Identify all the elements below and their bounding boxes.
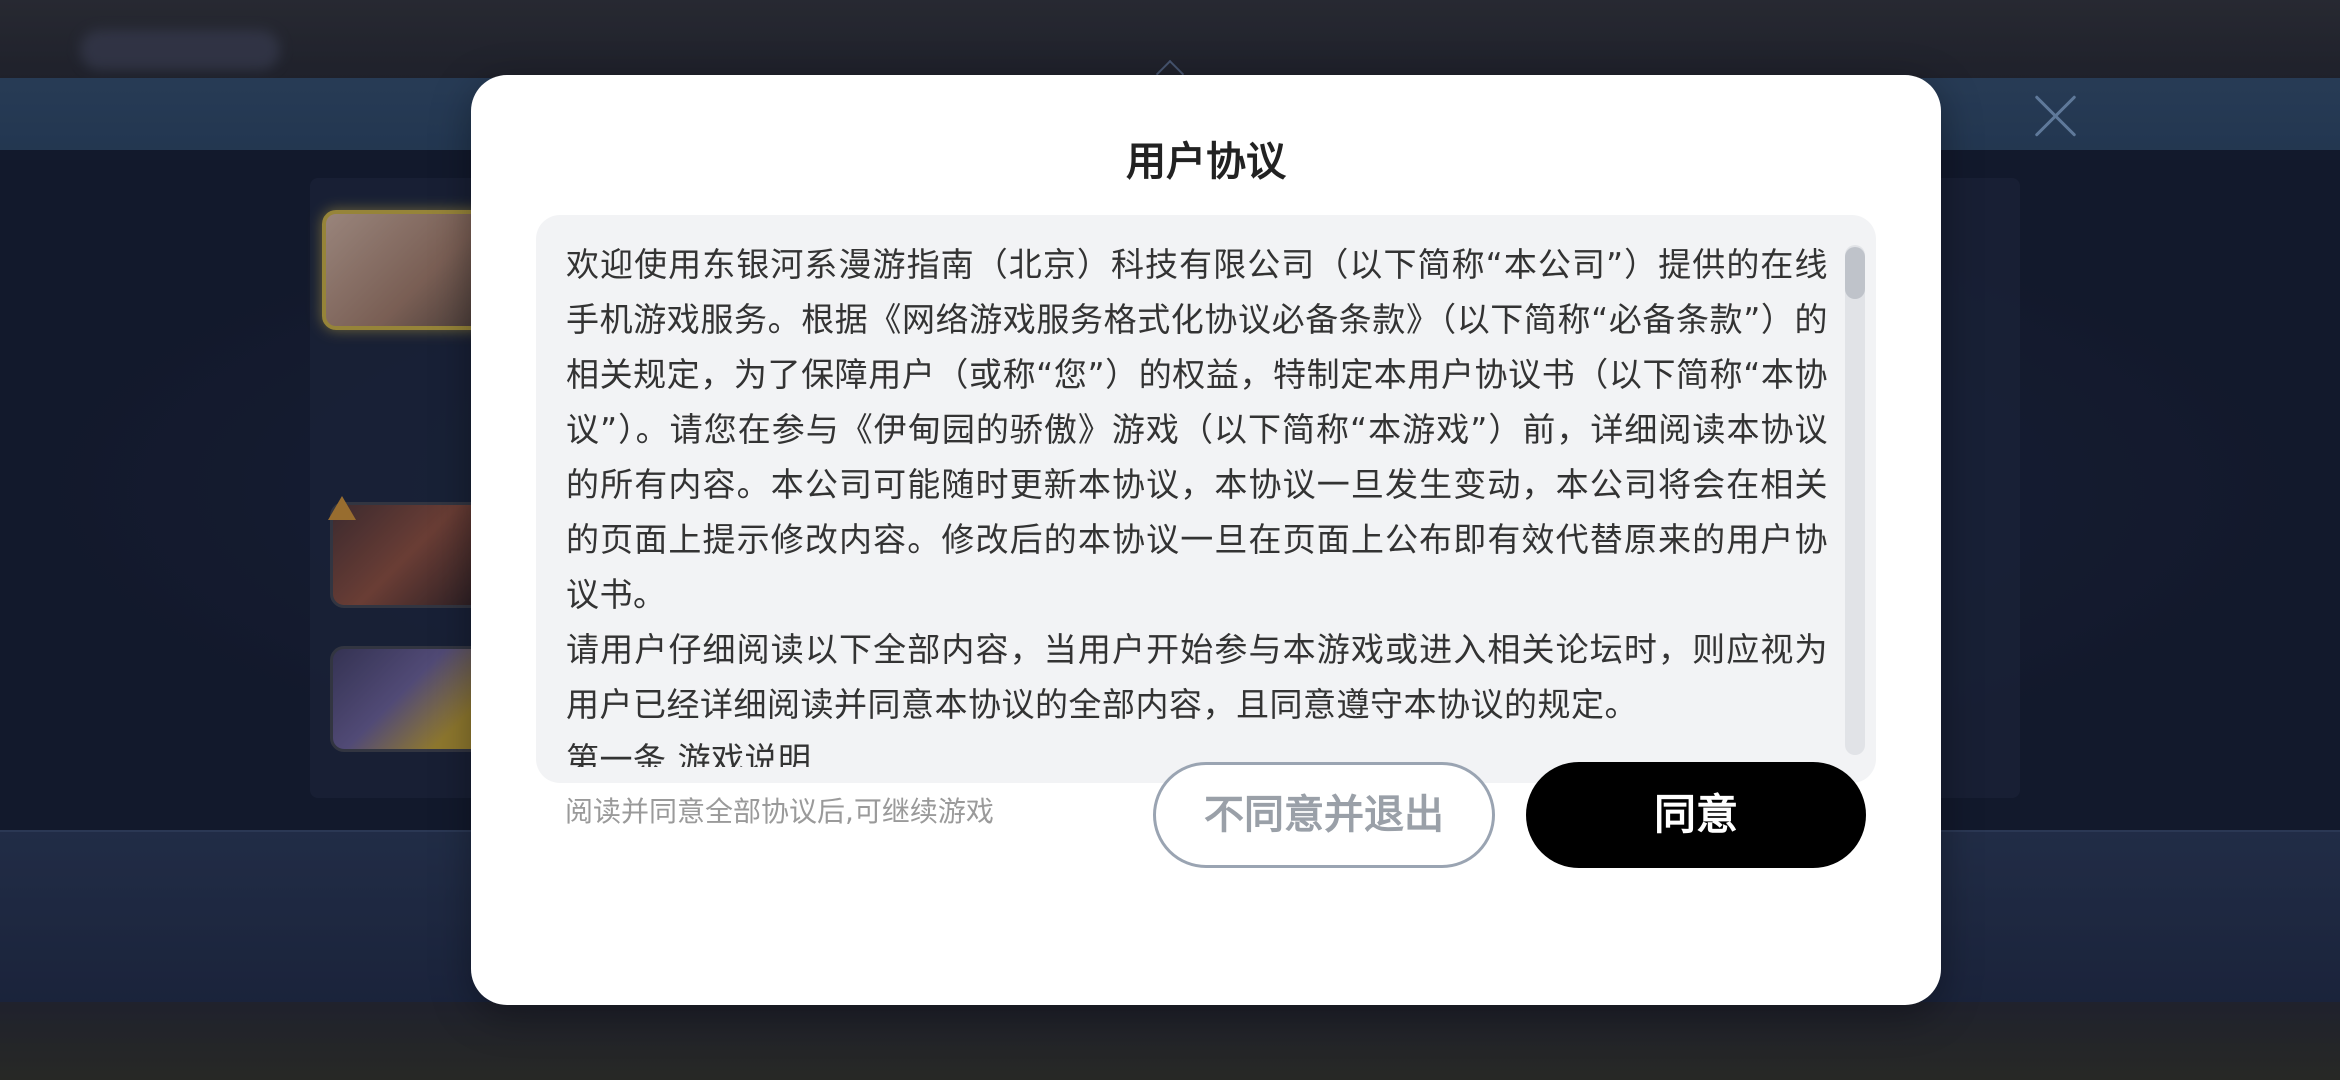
continue-hint-text: 阅读并同意全部协议后,可继续游戏 (565, 795, 994, 828)
agreement-paragraph: 欢迎使用东银河系漫游指南（北京）科技有限公司（以下简称“本公司”）提供的在线手机… (566, 245, 1828, 614)
agreement-paragraph: 请用户仔细阅读以下全部内容，当用户开始参与本游戏或进入相关论坛时，则应视为用户已… (566, 630, 1828, 724)
user-agreement-dialog: 用户协议 欢迎使用东银河系漫游指南（北京）科技有限公司（以下简称“本公司”）提供… (471, 75, 1941, 1005)
agreement-text-box[interactable]: 欢迎使用东银河系漫游指南（北京）科技有限公司（以下简称“本公司”）提供的在线手机… (536, 215, 1876, 783)
disagree-and-exit-button[interactable]: 不同意并退出 (1153, 762, 1495, 868)
dialog-title: 用户协议 (1126, 139, 1286, 185)
game-screen: 用户协议 欢迎使用东银河系漫游指南（北京）科技有限公司（以下简称“本公司”）提供… (0, 0, 2340, 1080)
agree-button[interactable]: 同意 (1526, 762, 1866, 868)
scrollbar-track[interactable] (1845, 245, 1865, 755)
scrollbar-thumb[interactable] (1845, 247, 1865, 299)
agreement-scroll-area[interactable]: 欢迎使用东银河系漫游指南（北京）科技有限公司（以下简称“本公司”）提供的在线手机… (566, 237, 1828, 767)
